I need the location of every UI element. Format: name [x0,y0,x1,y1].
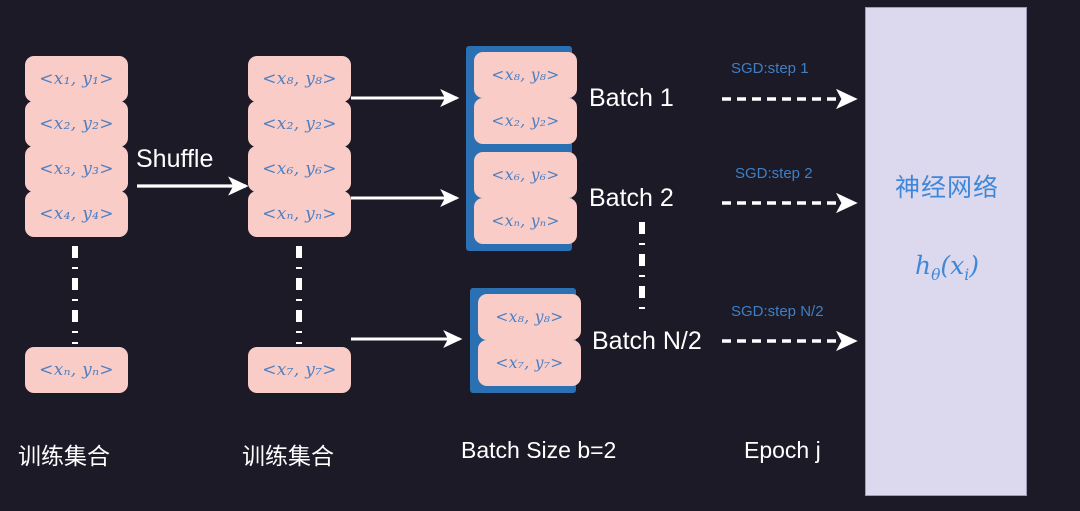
batch-label: Batch N/2 [592,327,702,355]
sample-chip: <x₁, y₁> [25,56,128,102]
neural-network-title: 神经网络 [894,173,999,202]
batch-sample-chip: <x₈, y₈> [478,294,581,340]
batch-sample-chip: <x₇, y₇> [478,340,581,386]
sample-chip: <x₄, y₄> [25,191,128,237]
batch-sample-chip: <x₆, y₆> [474,152,577,198]
formula-h: h [914,251,932,280]
sample-chip-tail: <x₇, y₇> [248,347,351,393]
footer-label-training-set-original: 训练集合 [18,444,110,470]
sgd-step-label: SGD:step 1 [731,60,809,77]
sample-chip: <xₙ, yₙ> [248,191,351,237]
footer-label-batch-size: Batch Size b=2 [461,437,617,463]
batch-label: Batch 2 [589,184,674,212]
sample-chip: <x₂, y₂> [25,101,128,147]
footer-label-training-set-shuffled: 训练集合 [242,444,334,470]
shuffle-label: Shuffle [136,145,214,173]
sample-chip: <x₈, y₈> [248,56,351,102]
neural-network-panel: 神经网络 hθ(xi) [865,7,1027,496]
hypothesis-formula: hθ(xi) [866,251,1028,284]
sample-chip: <x₆, y₆> [248,146,351,192]
batch-label: Batch 1 [589,84,674,112]
diagram-canvas: <x₁, y₁> <x₂, y₂> <x₃, y₃> <x₄, y₄> <xₙ,… [0,0,1080,511]
sgd-step-label: SGD:step N/2 [731,303,824,320]
sample-chip-tail: <xₙ, yₙ> [25,347,128,393]
batch-sample-chip: <x₂, y₂> [474,98,577,144]
batch-sample-chip: <xₙ, yₙ> [474,198,577,244]
formula-arg-close: ) [969,251,980,280]
sample-chip: <x₃, y₃> [25,146,128,192]
footer-label-epoch: Epoch j [744,437,821,463]
formula-arg-open: (x [940,251,965,280]
sgd-step-label: SGD:step 2 [735,165,813,182]
batch-sample-chip: <x₈, y₈> [474,52,577,98]
sample-chip: <x₂, y₂> [248,101,351,147]
